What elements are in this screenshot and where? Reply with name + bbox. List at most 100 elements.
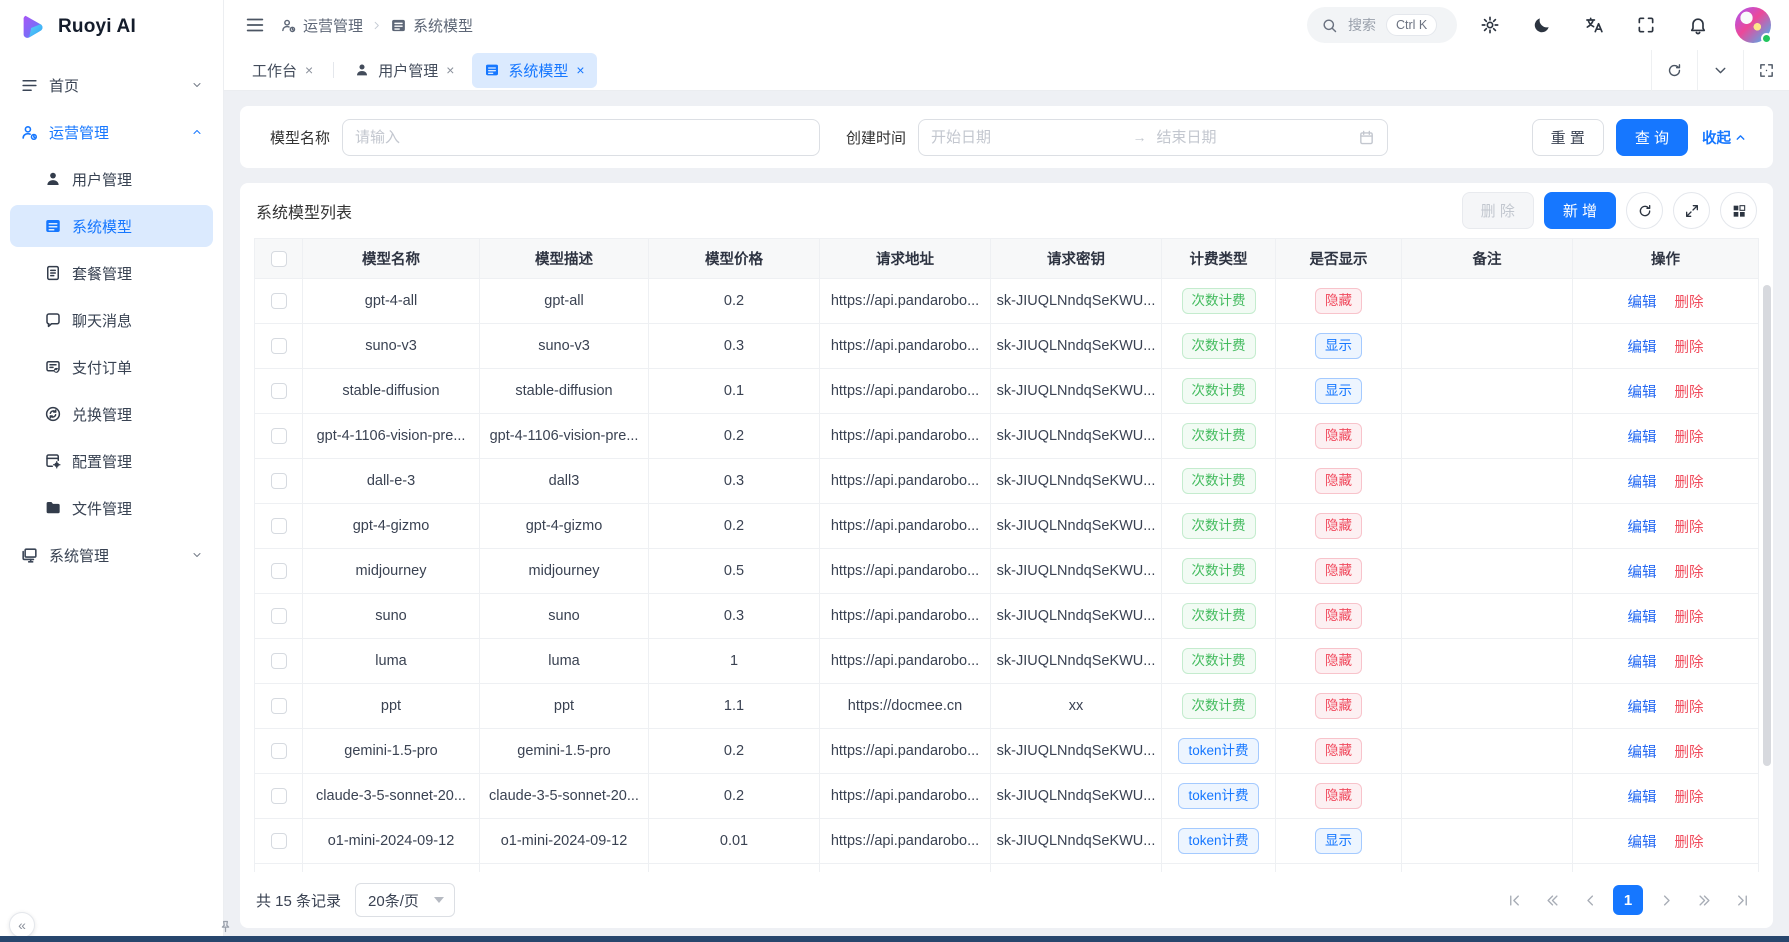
row-checkbox[interactable] xyxy=(271,383,287,399)
table-row[interactable]: suno-v3 suno-v3 0.3 https://api.pandarob… xyxy=(254,324,1759,369)
table-row[interactable]: gpt-4-1106-vision-pre... gpt-4-1106-visi… xyxy=(254,414,1759,459)
row-checkbox[interactable] xyxy=(271,833,287,849)
row-checkbox[interactable] xyxy=(271,563,287,579)
edit-link[interactable]: 编辑 xyxy=(1628,336,1657,357)
start-date-input[interactable] xyxy=(931,129,1123,146)
sidebar-item-exchange-management[interactable]: 兑换管理 xyxy=(10,393,213,435)
delete-link[interactable]: 删除 xyxy=(1675,561,1704,582)
tab-refresh-button[interactable] xyxy=(1651,50,1697,91)
table-row[interactable]: suno suno 0.3 https://api.pandarobo... s… xyxy=(254,594,1759,639)
row-checkbox[interactable] xyxy=(271,653,287,669)
row-checkbox[interactable] xyxy=(271,743,287,759)
row-checkbox[interactable] xyxy=(271,518,287,534)
sidebar-item-package-management[interactable]: 套餐管理 xyxy=(10,252,213,294)
edit-link[interactable]: 编辑 xyxy=(1628,651,1657,672)
close-icon[interactable]: × xyxy=(446,63,454,77)
sidebar-item-home[interactable]: 首页 xyxy=(10,64,213,106)
delete-link[interactable]: 删除 xyxy=(1675,696,1704,717)
first-page-button[interactable] xyxy=(1499,885,1529,915)
table-scrollbar[interactable] xyxy=(1763,285,1771,766)
delete-link[interactable]: 删除 xyxy=(1675,831,1704,852)
sidebar-item-system-models[interactable]: 系统模型 xyxy=(10,205,213,247)
query-button[interactable]: 查 询 xyxy=(1616,119,1688,156)
page-size-select[interactable]: 20条/页 xyxy=(355,883,455,917)
global-search[interactable]: 搜索 Ctrl K xyxy=(1307,7,1457,43)
sidebar-item-user-management[interactable]: 用户管理 xyxy=(10,158,213,200)
delete-link[interactable]: 删除 xyxy=(1675,471,1704,492)
pin-icon[interactable] xyxy=(213,914,237,938)
delete-link[interactable]: 删除 xyxy=(1675,786,1704,807)
content-fullscreen-button[interactable] xyxy=(1743,50,1789,91)
next-page-button[interactable] xyxy=(1651,885,1681,915)
sidebar-item-payment-orders[interactable]: 支付订单 xyxy=(10,346,213,388)
edit-link[interactable]: 编辑 xyxy=(1628,471,1657,492)
tab-user-management[interactable]: 用户管理 × xyxy=(342,53,466,88)
jump-back-button[interactable] xyxy=(1537,885,1567,915)
add-button[interactable]: 新 增 xyxy=(1544,192,1616,229)
delete-link[interactable]: 删除 xyxy=(1675,741,1704,762)
edit-link[interactable]: 编辑 xyxy=(1628,516,1657,537)
table-row[interactable]: midjourney midjourney 0.5 https://api.pa… xyxy=(254,549,1759,594)
edit-link[interactable]: 编辑 xyxy=(1628,741,1657,762)
close-icon[interactable]: × xyxy=(305,63,313,77)
jump-forward-button[interactable] xyxy=(1689,885,1719,915)
language-button[interactable] xyxy=(1575,6,1613,44)
table-row[interactable]: gpt-4-all gpt-all 0.2 https://api.pandar… xyxy=(254,279,1759,324)
date-range-picker[interactable]: → xyxy=(918,119,1388,156)
notifications-button[interactable] xyxy=(1679,6,1717,44)
row-checkbox[interactable] xyxy=(271,698,287,714)
table-refresh-button[interactable] xyxy=(1626,192,1663,229)
row-checkbox[interactable] xyxy=(271,428,287,444)
sidebar-item-system-management[interactable]: 系统管理 xyxy=(10,534,213,576)
tab-system-models[interactable]: 系统模型 × xyxy=(472,53,596,88)
sidebar-item-chat-messages[interactable]: 聊天消息 xyxy=(10,299,213,341)
edit-link[interactable]: 编辑 xyxy=(1628,786,1657,807)
edit-link[interactable]: 编辑 xyxy=(1628,831,1657,852)
table-row[interactable]: luma luma 1 https://api.pandarobo... sk-… xyxy=(254,639,1759,684)
table-row[interactable]: ppt ppt 1.1 https://docmee.cn xx 次数计费 隐藏… xyxy=(254,684,1759,729)
table-fullscreen-button[interactable] xyxy=(1673,192,1710,229)
table-row[interactable]: stable-diffusion stable-diffusion 0.1 ht… xyxy=(254,369,1759,414)
delete-link[interactable]: 删除 xyxy=(1675,606,1704,627)
table-row[interactable]: claude-3-5-sonnet-20... claude-3-5-sonne… xyxy=(254,774,1759,819)
row-checkbox[interactable] xyxy=(271,338,287,354)
user-avatar[interactable] xyxy=(1735,7,1771,43)
breadcrumb-system-models[interactable]: 系统模型 xyxy=(390,15,473,36)
sidebar-collapse-button[interactable]: « xyxy=(9,912,35,938)
logo[interactable]: Ruoyi AI xyxy=(0,0,223,54)
row-checkbox[interactable] xyxy=(271,473,287,489)
delete-link[interactable]: 删除 xyxy=(1675,426,1704,447)
table-row[interactable]: gemini-1.5-pro gemini-1.5-pro 0.2 https:… xyxy=(254,729,1759,774)
dark-mode-button[interactable] xyxy=(1523,6,1561,44)
fullscreen-button[interactable] xyxy=(1627,6,1665,44)
edit-link[interactable]: 编辑 xyxy=(1628,291,1657,312)
delete-link[interactable]: 删除 xyxy=(1675,291,1704,312)
table-row[interactable]: gpt-4-gizmo gpt-4-gizmo 0.2 https://api.… xyxy=(254,504,1759,549)
delete-button[interactable]: 删 除 xyxy=(1462,192,1534,229)
column-settings-button[interactable] xyxy=(1720,192,1757,229)
model-name-input[interactable] xyxy=(342,119,820,156)
table-row[interactable]: dall-e-3 dall3 0.3 https://api.pandarobo… xyxy=(254,459,1759,504)
hamburger-menu-icon[interactable] xyxy=(244,14,266,36)
delete-link[interactable]: 删除 xyxy=(1675,381,1704,402)
edit-link[interactable]: 编辑 xyxy=(1628,606,1657,627)
delete-link[interactable]: 删除 xyxy=(1675,651,1704,672)
sidebar-item-file-management[interactable]: 文件管理 xyxy=(10,487,213,529)
edit-link[interactable]: 编辑 xyxy=(1628,426,1657,447)
collapse-filter-link[interactable]: 收起 xyxy=(1702,127,1747,148)
tab-workbench[interactable]: 工作台 × xyxy=(240,53,325,88)
delete-link[interactable]: 删除 xyxy=(1675,516,1704,537)
sidebar-item-config-management[interactable]: 配置管理 xyxy=(10,440,213,482)
prev-page-button[interactable] xyxy=(1575,885,1605,915)
edit-link[interactable]: 编辑 xyxy=(1628,696,1657,717)
edit-link[interactable]: 编辑 xyxy=(1628,561,1657,582)
delete-link[interactable]: 删除 xyxy=(1675,336,1704,357)
tab-menu-button[interactable] xyxy=(1697,50,1743,91)
edit-link[interactable]: 编辑 xyxy=(1628,381,1657,402)
last-page-button[interactable] xyxy=(1727,885,1757,915)
breadcrumb-operations[interactable]: 运营管理 xyxy=(280,15,363,36)
current-page-button[interactable]: 1 xyxy=(1613,885,1643,915)
reset-button[interactable]: 重 置 xyxy=(1532,119,1604,156)
settings-button[interactable] xyxy=(1471,6,1509,44)
row-checkbox[interactable] xyxy=(271,608,287,624)
